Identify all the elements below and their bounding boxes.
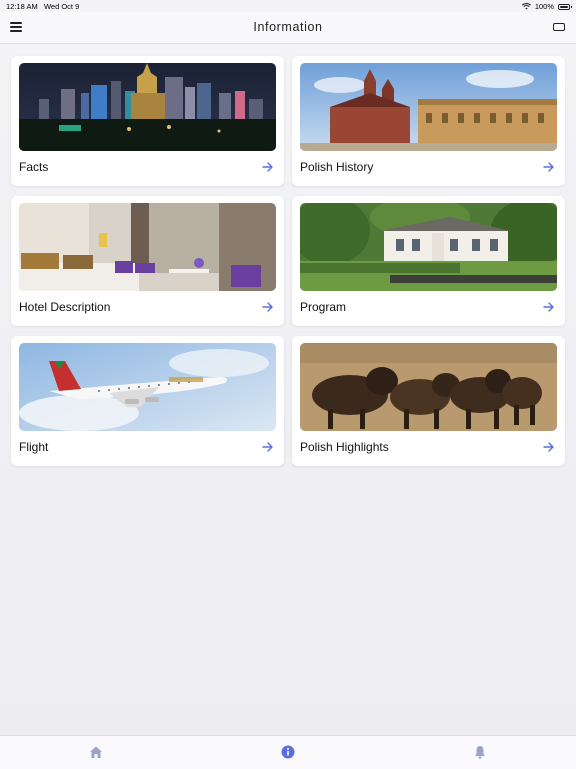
card-hotel-description[interactable]: Hotel Description: [11, 196, 284, 326]
card-polish-history[interactable]: Polish History: [292, 56, 565, 186]
card-label: Polish Highlights: [300, 440, 389, 454]
tab-bar: [0, 735, 576, 769]
bell-icon[interactable]: [472, 744, 488, 760]
card-flight[interactable]: Flight: [11, 336, 284, 466]
city-skyline-night-image: [19, 63, 276, 151]
navigation-bar: Information: [0, 12, 576, 44]
arrow-right-icon[interactable]: [543, 161, 555, 173]
home-icon[interactable]: [88, 744, 104, 760]
arrow-right-icon[interactable]: [543, 301, 555, 313]
card-program[interactable]: Program: [292, 196, 565, 326]
battery-icon: [558, 3, 572, 10]
manor-house-garden-image: [300, 203, 557, 291]
arrow-right-icon[interactable]: [262, 301, 274, 313]
page-title: Information: [253, 20, 323, 34]
arrow-right-icon[interactable]: [262, 441, 274, 453]
card-label: Facts: [19, 160, 49, 174]
card-label: Hotel Description: [19, 300, 111, 314]
hotel-room-image: [19, 203, 276, 291]
airplane-sky-image: [19, 343, 276, 431]
battery-percent: 100%: [534, 2, 554, 11]
info-icon[interactable]: [280, 744, 296, 760]
card-label: Flight: [19, 440, 49, 454]
card-label: Program: [300, 300, 347, 314]
old-town-church-image: [300, 63, 557, 151]
status-right: 100%: [521, 2, 572, 11]
card-polish-highlights[interactable]: Polish Highlights: [292, 336, 565, 466]
status-bar: 12:18 AM Wed Oct 9 100%: [0, 0, 576, 12]
bison-herd-image: [300, 343, 557, 431]
card-label: Polish History: [300, 160, 374, 174]
arrow-right-icon[interactable]: [262, 161, 274, 173]
arrow-right-icon[interactable]: [543, 441, 555, 453]
wifi-icon: [521, 3, 531, 10]
status-time-date: 12:18 AM Wed Oct 9: [6, 2, 80, 11]
device-icon[interactable]: [553, 23, 565, 31]
card-facts[interactable]: Facts: [11, 56, 284, 186]
